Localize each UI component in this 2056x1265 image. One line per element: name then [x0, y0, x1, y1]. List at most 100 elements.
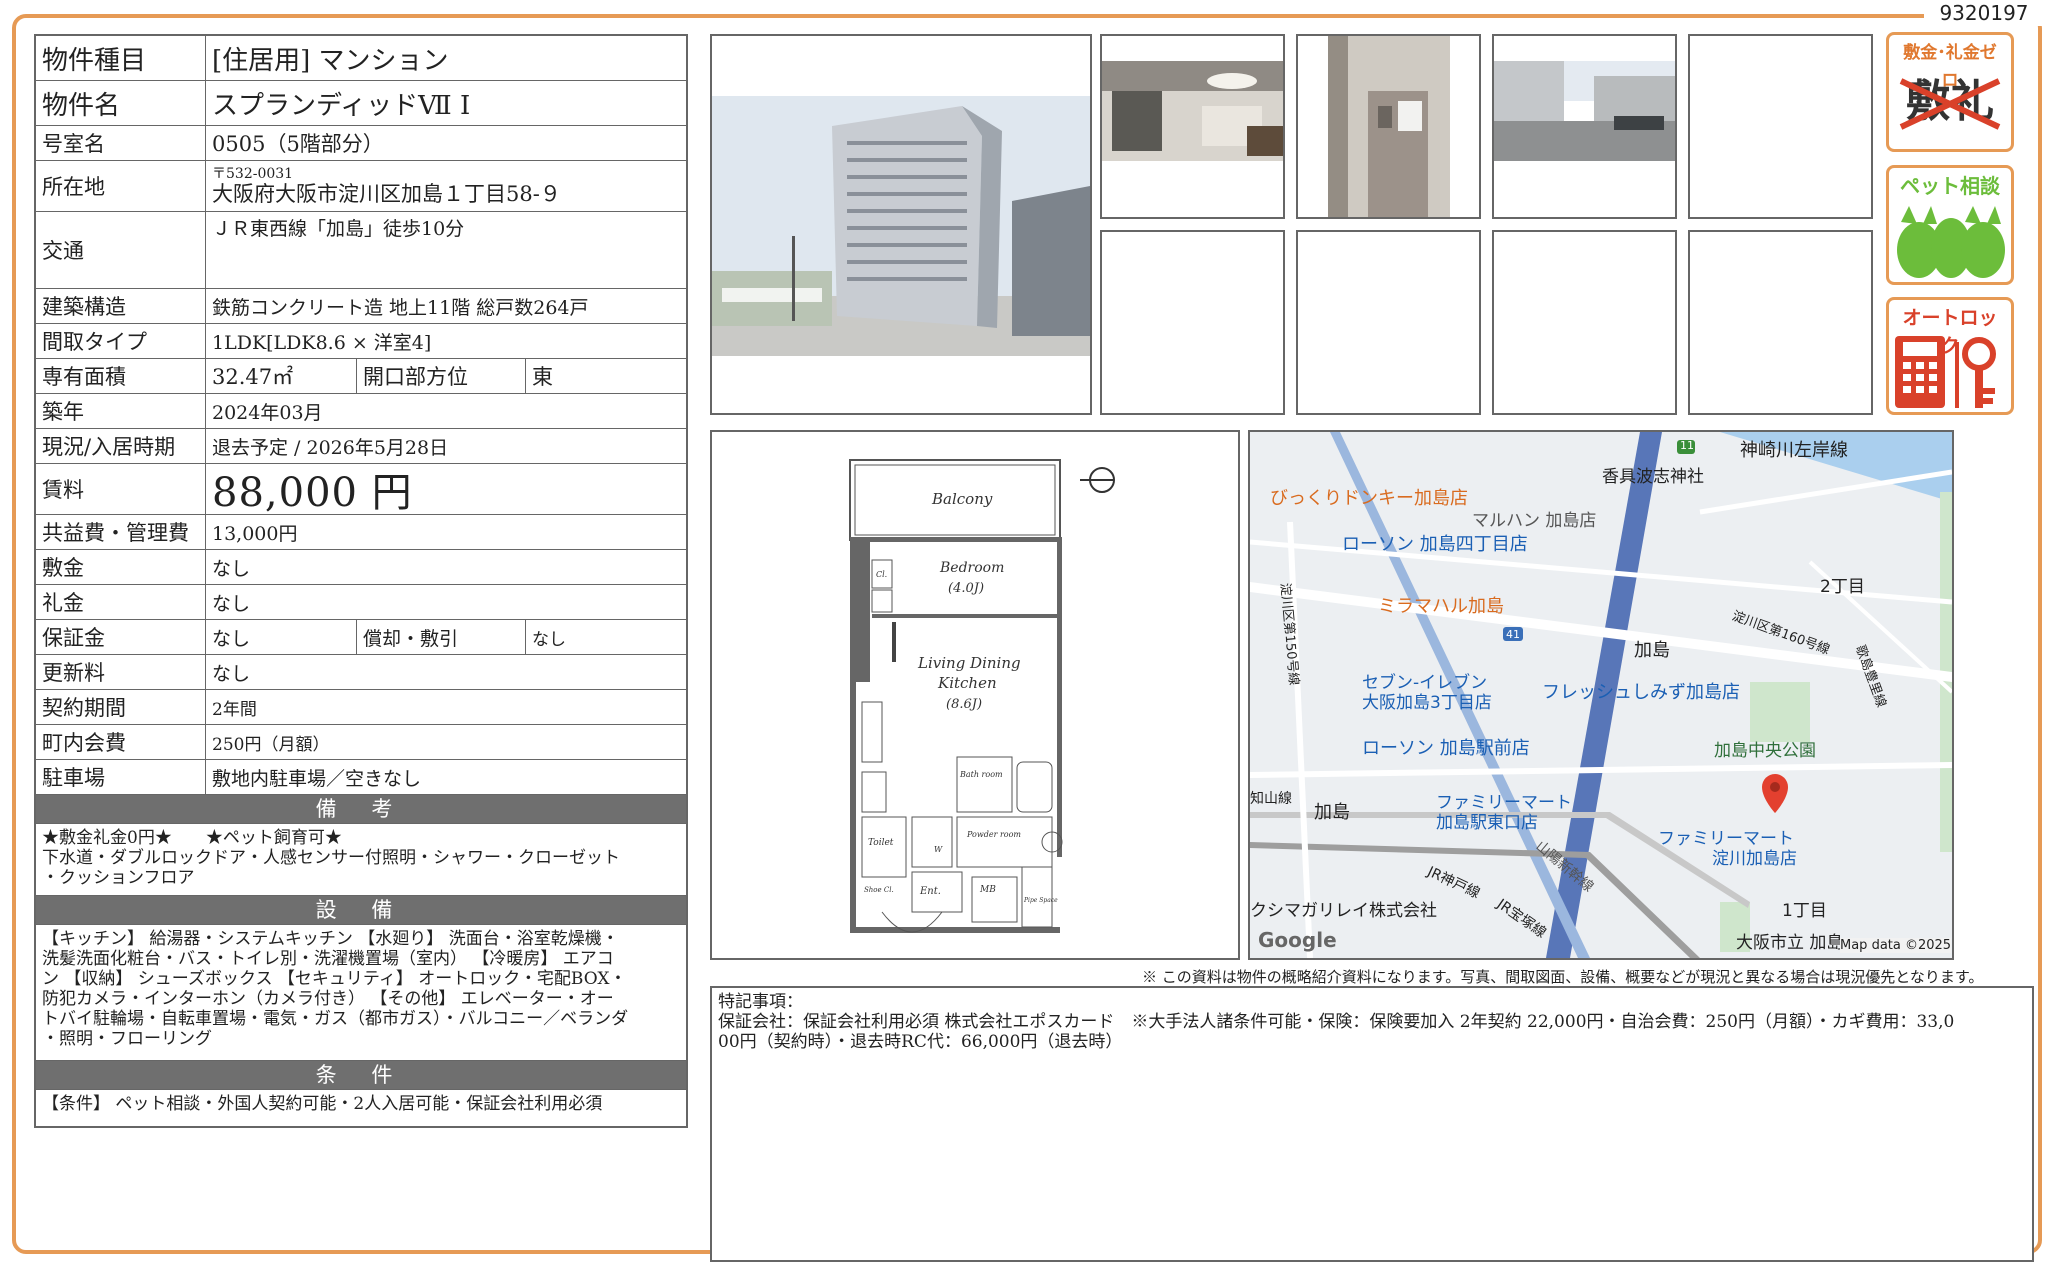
floor-plan[interactable]: Balcony Bedroom (4.0J) Living Dining Kit… — [710, 430, 1240, 960]
value-rent: 88,000 円 — [212, 470, 413, 516]
value-property-name: スプランディッドⅦ I — [212, 90, 471, 121]
equipment-line: ・照明・フローリング — [42, 1029, 212, 1049]
row-parking: 駐車場 敷地内駐車場／空きなし — [36, 760, 686, 795]
map-label: 加島 — [1634, 640, 1670, 661]
label-room: 号室名 — [36, 126, 206, 160]
value-amortization: なし — [532, 629, 566, 650]
intercom-photo-image — [1328, 36, 1450, 217]
row-room: 号室名 0505（5階部分） — [36, 126, 686, 161]
plan-ldk-size: (8.6J) — [946, 697, 982, 712]
plan-ldk-1: Living Dining — [917, 654, 1021, 672]
row-status: 現況/入居時期 退去予定 / 2026年5月28日 — [36, 429, 686, 464]
label-rent: 賃料 — [36, 464, 206, 514]
map-label: 淀川加島店 — [1712, 849, 1797, 869]
value-deposit: なし — [212, 557, 251, 580]
label-guarantee: 保証金 — [36, 620, 206, 654]
floor-plan-drawing: Balcony Bedroom (4.0J) Living Dining Kit… — [849, 459, 1115, 933]
equipment-line: ン 【収納】 シューズボックス 【セキュリティ】 オートロック・宅配BOX・ — [42, 969, 627, 989]
map-label: ローソン 加島四丁目店 — [1342, 534, 1528, 555]
row-fee: 共益費・管理費 13,000円 — [36, 515, 686, 550]
map-label: フレッシュしみず加島店 — [1542, 682, 1740, 703]
parking-photo[interactable] — [1492, 34, 1677, 219]
value-contract: 2年間 — [212, 699, 257, 720]
plan-ldk-2: Kitchen — [937, 674, 997, 692]
row-address: 所在地 〒532-0031 大阪府大阪市淀川区加島１丁目58-９ — [36, 161, 686, 212]
value-property-type: [住居用] マンション — [212, 45, 449, 76]
plan-bedroom-size: (4.0J) — [948, 581, 984, 596]
label-built: 築年 — [36, 394, 206, 428]
badge-zero-title: 敷金･礼金ゼロ — [1903, 43, 1997, 91]
value-built: 2024年03月 — [212, 401, 323, 424]
value-guarantee: なし — [212, 627, 251, 650]
map-route-badge: 11 — [1680, 439, 1694, 452]
conditions-body: 【条件】 ペット相談・外国人契約可能・2人入居可能・保証会社利用必須 — [36, 1090, 686, 1126]
map-label: ミラマハル加島 — [1378, 596, 1504, 617]
label-area: 専有面積 — [36, 359, 206, 393]
row-deposit: 敷金 なし — [36, 550, 686, 585]
location-map[interactable]: 神崎川左岸線 香具波志神社 びっくりドンキー加島店 マルハン 加島店 ローソン … — [1248, 430, 1954, 960]
map-route-badge: 41 — [1506, 628, 1520, 641]
plan-ent: Ent. — [919, 886, 941, 897]
value-community-fee: 250円（月額） — [212, 734, 330, 755]
equipment-line: 【キッチン】 給湯器・システムキッチン 【水廻り】 洗面台・浴室乾燥機・ — [42, 929, 619, 949]
map-label: 香具波志神社 — [1602, 467, 1704, 487]
equipment-heading: 設 備 — [36, 896, 686, 925]
plan-w: W — [934, 845, 943, 854]
row-property-type: 物件種目 [住居用] マンション — [36, 36, 686, 81]
plan-shoe: Shoe Cl. — [864, 886, 894, 894]
row-community-fee: 町内会費 250円（月額） — [36, 725, 686, 760]
value-parking: 敷地内駐車場／空きなし — [212, 767, 422, 790]
plan-toilet: Toilet — [868, 838, 894, 848]
parking-photo-image — [1494, 61, 1675, 161]
row-key-money: 礼金 なし — [36, 585, 686, 620]
remarks-heading: 備 考 — [36, 795, 686, 824]
map-label: 神崎川左岸線 — [1740, 440, 1848, 461]
label-structure: 建築構造 — [36, 289, 206, 323]
empty-photo-slot — [1688, 230, 1873, 415]
plan-balcony: Balcony — [931, 490, 993, 508]
badge-zero-graphic: 敷礼 — [1889, 67, 2011, 137]
special-notes-line: 保証会社：保証会社利用必須 株式会社エポスカード ※大手法人諸条件可能・保険：保… — [718, 1012, 1955, 1032]
value-key-money: なし — [212, 592, 251, 615]
map-label: びっくりドンキー加島店 — [1270, 488, 1468, 509]
property-spec-table: 物件種目 [住居用] マンション 物件名 スプランディッドⅦ I 号室名 050… — [34, 34, 688, 1128]
label-address: 所在地 — [36, 161, 206, 211]
row-transport: 交通 ＪＲ東西線「加島」徒歩10分 — [36, 212, 686, 289]
row-renewal: 更新料 なし — [36, 655, 686, 690]
conditions-line: 【条件】 ペット相談・外国人契約可能・2人入居可能・保証会社利用必須 — [42, 1094, 603, 1114]
row-guarantee: 保証金 なし 償却・敷引 なし — [36, 620, 686, 655]
row-layout: 間取タイプ 1LDK[LDK8.6 × 洋室4] — [36, 324, 686, 359]
empty-photo-slot — [1296, 230, 1481, 415]
empty-photo-slot — [1100, 230, 1285, 415]
equipment-line: トバイ駐輪場・自転車置場・電気・ガス（都市ガス）・バルコニー／ベランダ — [42, 1009, 629, 1029]
equipment-line: 防犯カメラ・インターホン（カメラ付き） 【その他】 エレベーター・オー — [42, 989, 614, 1009]
autolock-keypad-icon — [1895, 336, 1996, 408]
map-label: 大阪加島3丁目店 — [1362, 693, 1492, 713]
row-contract: 契約期間 2年間 — [36, 690, 686, 725]
special-notes-box: 特記事項： 保証会社：保証会社利用必須 株式会社エポスカード ※大手法人諸条件可… — [710, 986, 2034, 1262]
building-photo-image — [712, 36, 1090, 413]
pet-silhouette-icon — [1897, 206, 2005, 278]
entrance-intercom-photo[interactable] — [1296, 34, 1481, 219]
label-amortization: 償却・敷引 — [356, 620, 526, 654]
plan-bath: Bath room — [959, 770, 1003, 779]
label-key-money: 礼金 — [36, 585, 206, 619]
map-label: 加島 — [1314, 802, 1350, 823]
label-orientation: 開口部方位 — [356, 359, 526, 393]
row-property-name: 物件名 スプランディッドⅦ I — [36, 81, 686, 126]
plan-pipe: Pipe Space — [1023, 897, 1058, 904]
value-renewal: なし — [212, 662, 251, 685]
lobby-photo-image — [1102, 61, 1283, 161]
building-exterior-photo[interactable] — [710, 34, 1092, 415]
postal-code: 〒532-0031 — [212, 166, 294, 182]
lobby-photo[interactable] — [1100, 34, 1285, 219]
label-parking: 駐車場 — [36, 760, 206, 794]
disclaimer-text: ※ この資料は物件の概略紹介資料になります。写真、間取図面、設備、概要などが現況… — [1142, 968, 1984, 986]
map-label: 大阪市立 加島 — [1736, 933, 1844, 953]
row-structure: 建築構造 鉄筋コンクリート造 地上11階 総戸数264戸 — [36, 289, 686, 324]
row-built: 築年 2024年03月 — [36, 394, 686, 429]
map-label: 加島駅東口店 — [1436, 813, 1538, 833]
google-logo: Google — [1258, 928, 1337, 952]
empty-photo-slot — [1688, 34, 1873, 219]
document-id: 9320197 — [1924, 0, 2044, 26]
